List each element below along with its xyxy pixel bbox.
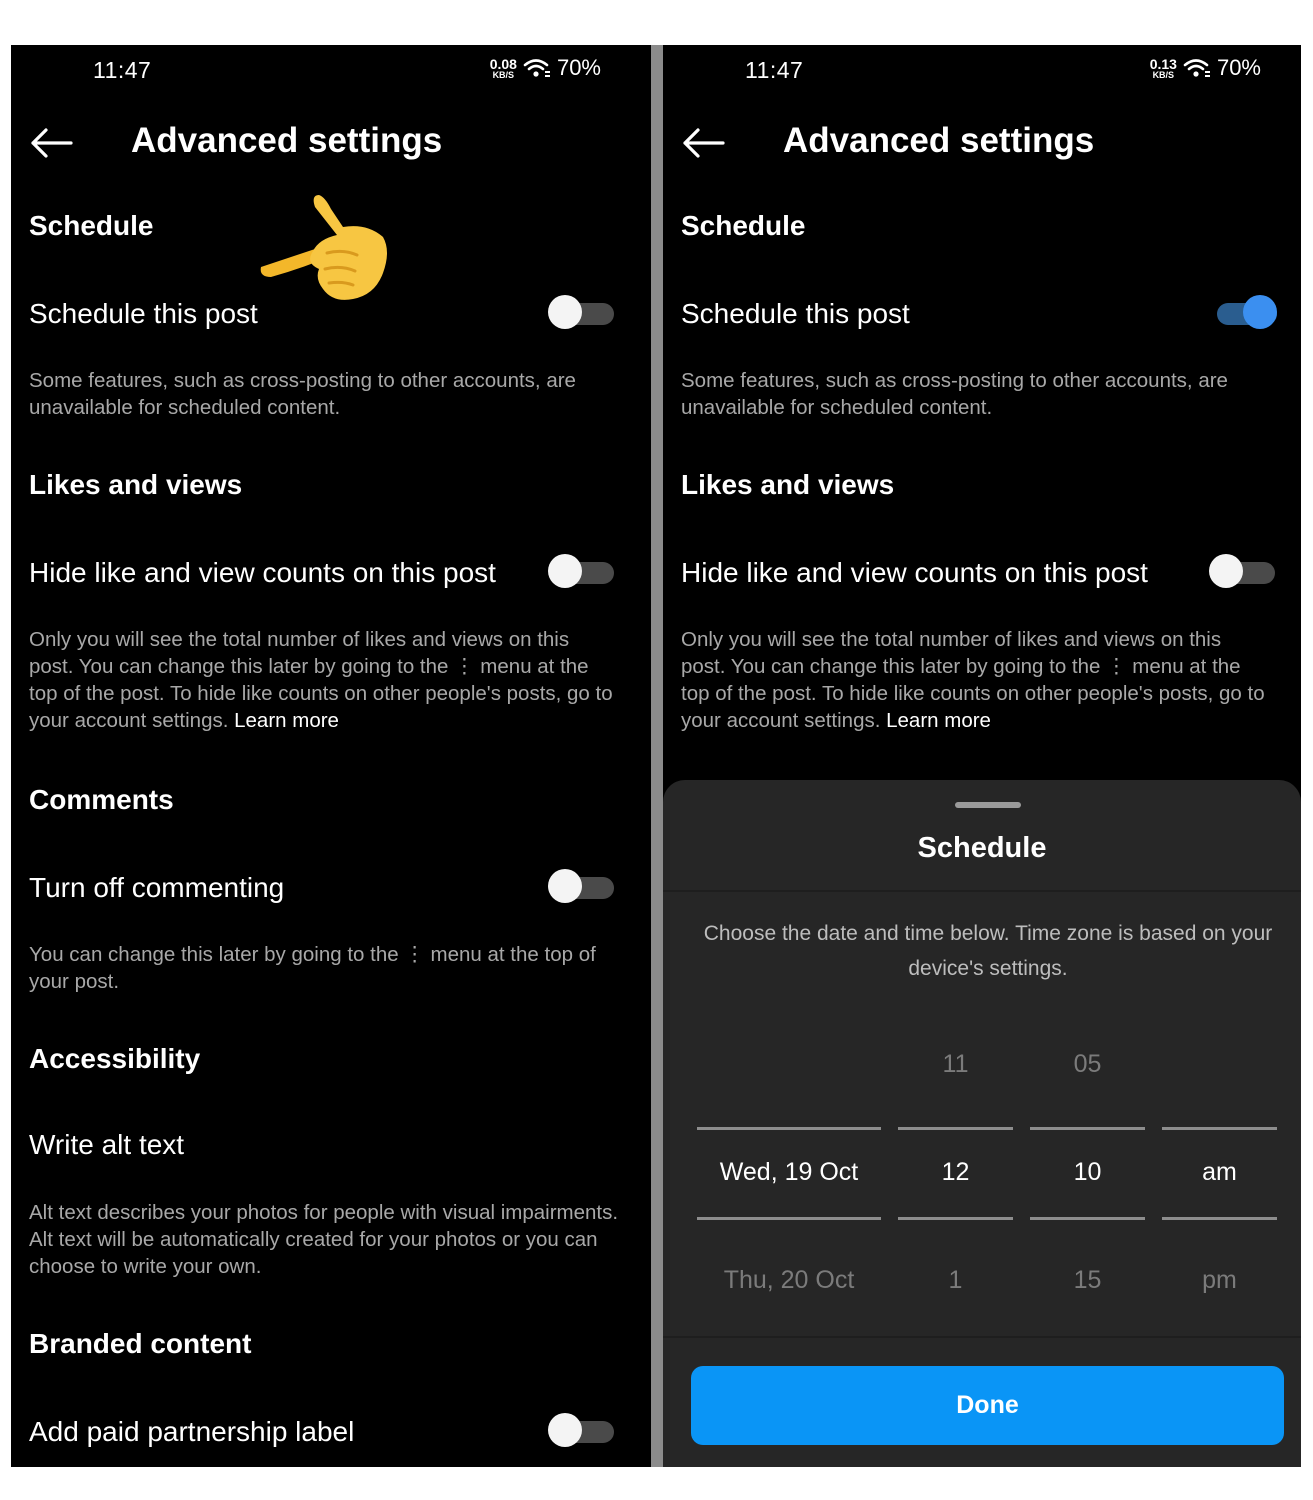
sheet-divider (663, 1336, 1301, 1338)
picker-line (1162, 1127, 1277, 1130)
section-accessibility: Accessibility (29, 1043, 201, 1074)
back-arrow-icon (31, 128, 73, 158)
sheet-divider (663, 890, 1301, 892)
picker-line (697, 1127, 881, 1130)
paid-partnership-toggle[interactable] (548, 1413, 614, 1447)
hide-likes-toggle[interactable] (548, 554, 614, 588)
hour-wheel-next[interactable]: 1 (898, 1266, 1013, 1295)
likes-description: Only you will see the total number of li… (681, 628, 1265, 732)
hide-likes-label: Hide like and view counts on this post (29, 557, 496, 588)
picker-line (1162, 1217, 1277, 1220)
status-time: 11:47 (745, 57, 804, 83)
wifi-icon (1183, 59, 1210, 77)
picker-line (898, 1217, 1013, 1220)
date-wheel-selected[interactable]: Wed, 19 Oct (697, 1158, 881, 1187)
section-schedule: Schedule (681, 210, 806, 241)
picker-line (1030, 1127, 1145, 1130)
battery-level: 70% (1216, 55, 1261, 80)
sheet-description: Choose the date and time below. Time zon… (703, 922, 1273, 980)
network-speed: 0.13 KB/S (1149, 55, 1177, 80)
learn-more-link[interactable]: Learn more (886, 709, 991, 732)
status-icons: 0.13 KB/S 70% (1150, 55, 1261, 81)
status-icons: 0.08 KB/S 70% (490, 55, 601, 81)
back-button[interactable] (29, 123, 73, 163)
turn-off-commenting-label: Turn off commenting (29, 872, 285, 903)
minute-wheel-selected[interactable]: 10 (1030, 1158, 1145, 1187)
section-likes-views: Likes and views (681, 469, 895, 500)
section-comments: Comments (29, 784, 174, 815)
date-wheel-next[interactable]: Thu, 20 Oct (697, 1266, 881, 1295)
turn-off-commenting-toggle[interactable] (548, 869, 614, 903)
wifi-icon (523, 59, 550, 77)
done-button[interactable]: Done (691, 1366, 1284, 1445)
section-schedule: Schedule (29, 210, 154, 241)
schedule-description: Some features, such as cross-posting to … (29, 369, 576, 419)
paid-partnership-label: Add paid partnership label (29, 1416, 355, 1447)
schedule-post-label: Schedule this post (681, 298, 910, 329)
picker-line (898, 1127, 1013, 1130)
minute-wheel-next[interactable]: 15 (1030, 1266, 1145, 1295)
section-likes-views: Likes and views (29, 469, 243, 500)
page-title: Advanced settings (783, 121, 1095, 160)
schedule-post-toggle[interactable] (1211, 295, 1277, 329)
hide-likes-toggle[interactable] (1209, 554, 1275, 588)
picker-line (1030, 1217, 1145, 1220)
ampm-wheel-selected[interactable]: am (1162, 1158, 1277, 1187)
pointing-hand-emoji (260, 195, 387, 300)
network-speed: 0.08 KB/S (489, 55, 517, 80)
hour-wheel-selected[interactable]: 12 (898, 1158, 1013, 1187)
schedule-post-toggle[interactable] (548, 295, 614, 329)
battery-level: 70% (556, 55, 601, 80)
likes-description: Only you will see the total number of li… (29, 628, 613, 732)
schedule-post-label: Schedule this post (29, 298, 258, 329)
back-arrow-icon (683, 128, 725, 158)
schedule-description: Some features, such as cross-posting to … (681, 369, 1228, 419)
back-button[interactable] (681, 123, 725, 163)
picker-line (697, 1217, 881, 1220)
sheet-drag-handle[interactable] (955, 802, 1021, 808)
right-screen: 11:47 0.13 KB/S 70% Advanced settings Sc… (663, 45, 1301, 1467)
write-alt-text-row[interactable]: Write alt text (29, 1129, 184, 1161)
page-title: Advanced settings (131, 121, 443, 160)
hour-wheel-prev[interactable]: 11 (898, 1050, 1013, 1079)
left-screen: 11:47 0.08 KB/S 70% Advanced settings Sc… (11, 45, 651, 1467)
sheet-title: Schedule (917, 832, 1047, 864)
ampm-wheel-next[interactable]: pm (1162, 1266, 1277, 1295)
screenshot-divider (651, 45, 663, 1467)
learn-more-link[interactable]: Learn more (234, 709, 339, 732)
minute-wheel-prev[interactable]: 05 (1030, 1050, 1145, 1079)
section-branded-content: Branded content (29, 1328, 252, 1359)
comments-description: You can change this later by going to th… (29, 943, 596, 993)
schedule-bottom-sheet: Schedule Choose the date and time below.… (663, 780, 1301, 1467)
status-time: 11:47 (93, 57, 152, 83)
alt-text-description: Alt text describes your photos for peopl… (29, 1201, 619, 1278)
hide-likes-label: Hide like and view counts on this post (681, 557, 1148, 588)
